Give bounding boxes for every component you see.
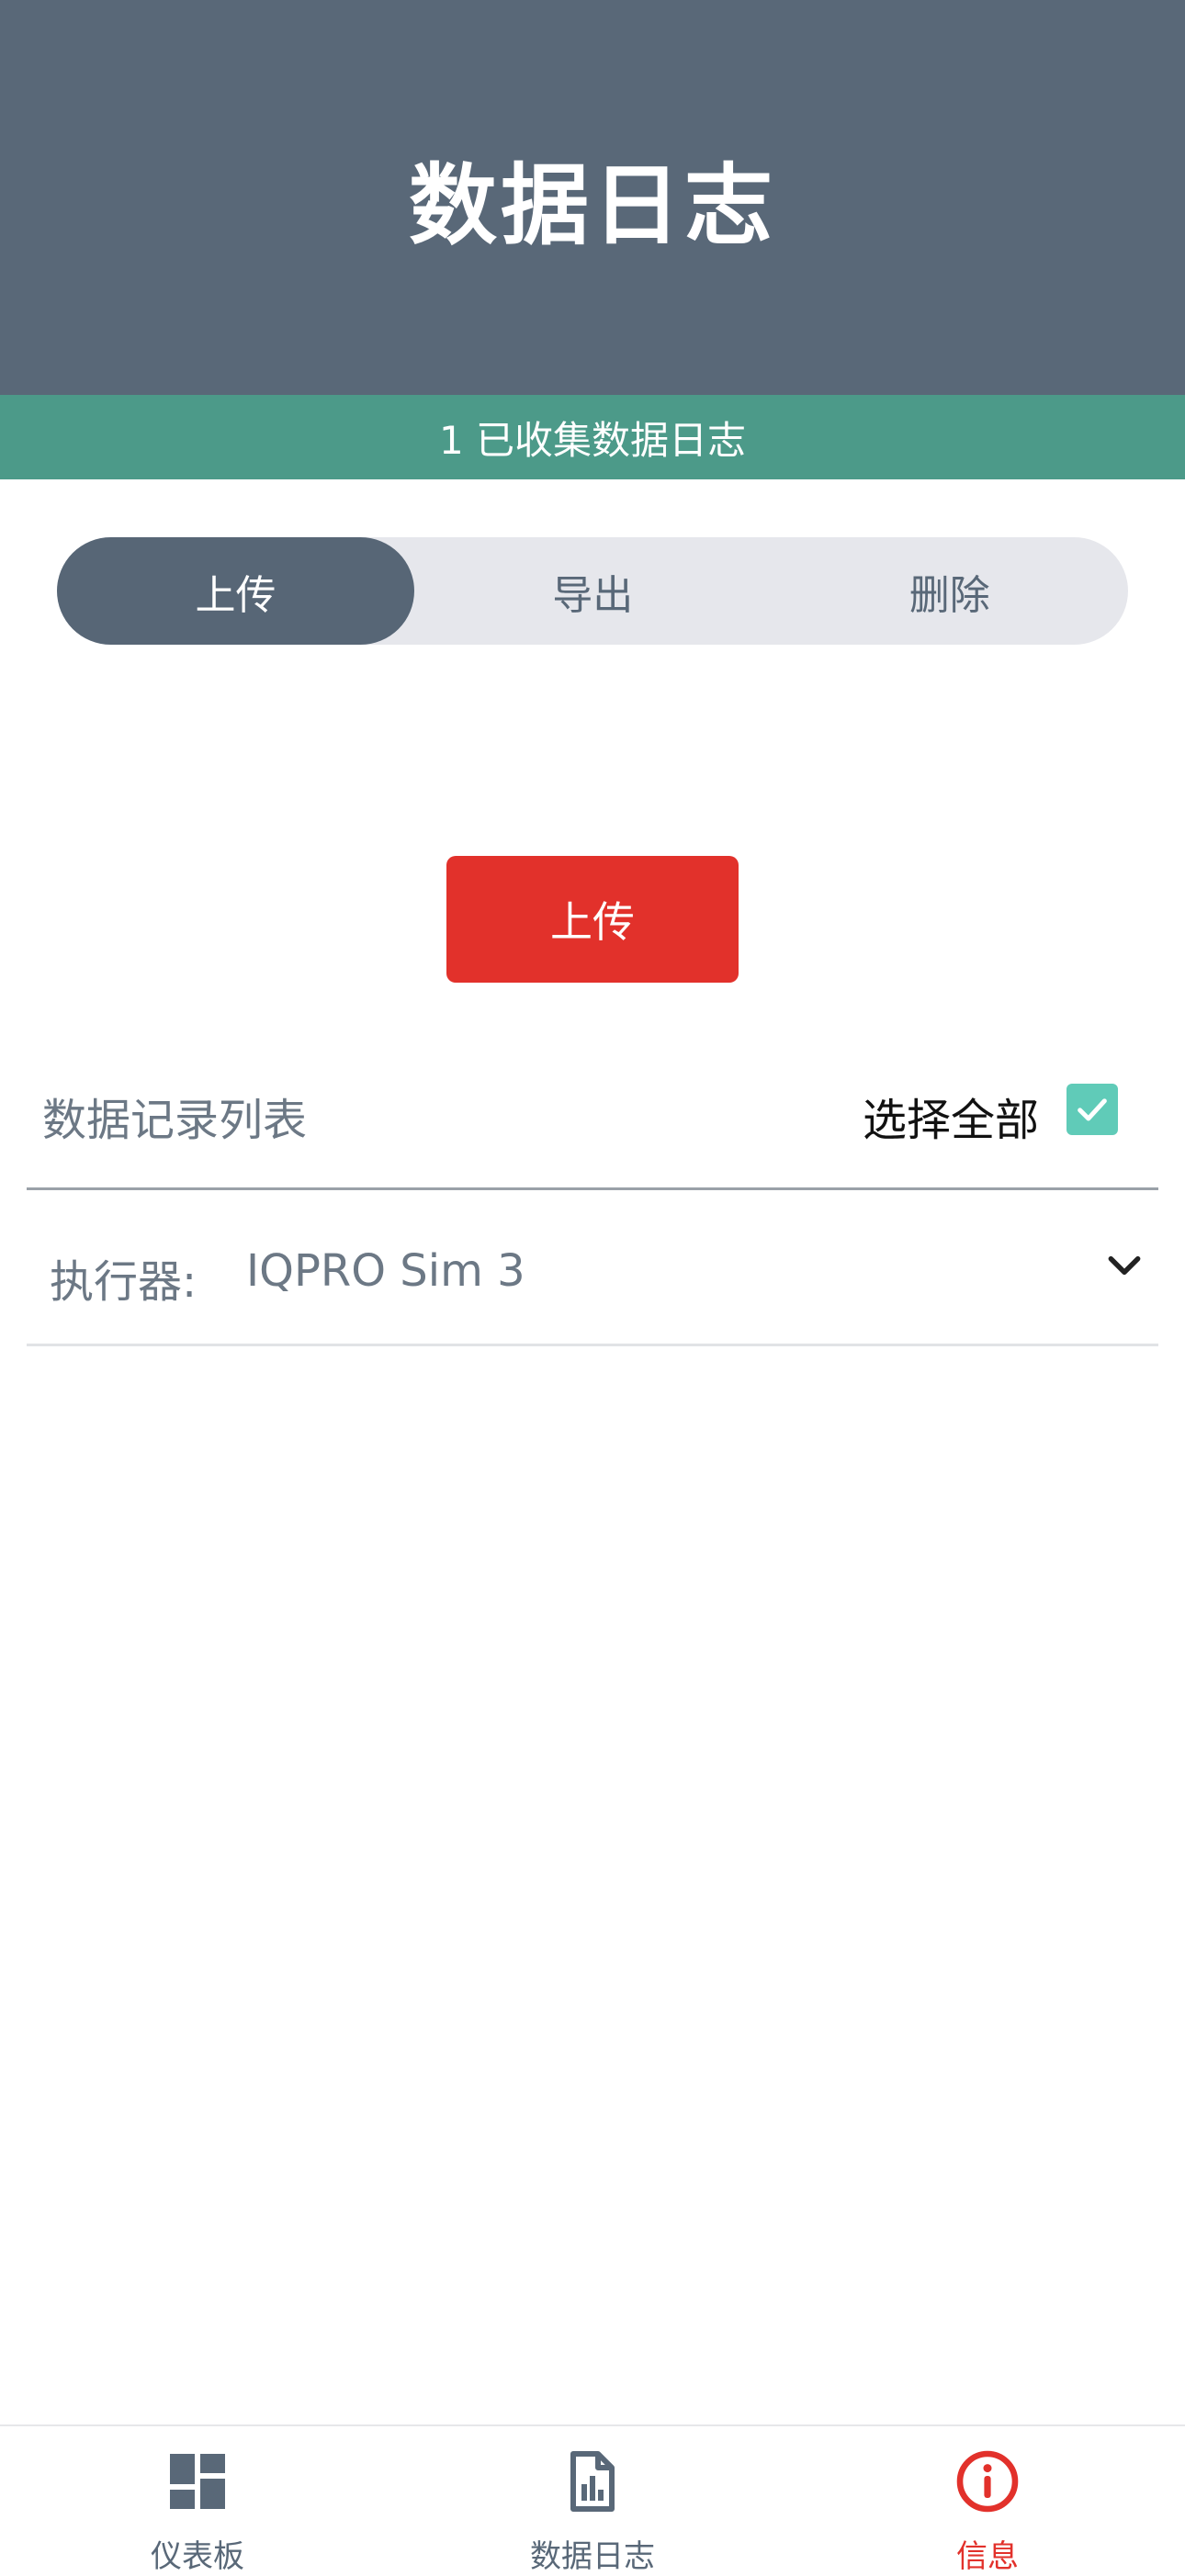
collected-status-bar: 1 已收集数据日志 (0, 395, 1185, 479)
select-all-checkbox[interactable] (1066, 1084, 1118, 1135)
actuator-value: IQPRO Sim 3 (246, 1245, 525, 1297)
nav-item-info[interactable]: 信息 (850, 2443, 1125, 2575)
info-icon (956, 2450, 1019, 2513)
dashboard-icon (170, 2454, 225, 2509)
page-title: 数据日志 (409, 153, 776, 257)
actuator-label: 执行器: (50, 1256, 198, 1308)
nav-item-dashboard[interactable]: 仪表板 (60, 2443, 335, 2575)
check-icon (1078, 1098, 1107, 1121)
bottom-navigation: 仪表板 数据日志 信息 (0, 2424, 1185, 2575)
nav-label-data-log: 数据日志 (530, 2538, 655, 2575)
list-item[interactable]: 执行器: IQPRO Sim 3 (27, 1192, 1158, 1346)
upload-button[interactable]: 上传 (446, 856, 739, 983)
tab-upload[interactable]: 上传 (57, 537, 414, 645)
chevron-down-icon[interactable] (1104, 1245, 1145, 1286)
nav-label-dashboard: 仪表板 (151, 2538, 244, 2575)
header: 数据日志 (0, 0, 1185, 395)
action-segmented-control: 上传 导出 删除 (57, 537, 1128, 645)
nav-label-info: 信息 (956, 2538, 1019, 2575)
report-icon (570, 2451, 615, 2512)
data-record-list-header: 数据记录列表 选择全部 (27, 1065, 1158, 1190)
tab-export[interactable]: 导出 (414, 537, 772, 645)
nav-item-data-log[interactable]: 数据日志 (455, 2443, 730, 2575)
list-title: 数据记录列表 (42, 1095, 308, 1146)
select-all-label[interactable]: 选择全部 (863, 1084, 1039, 1148)
collected-status-text: 1 已收集数据日志 (438, 417, 747, 463)
tab-delete[interactable]: 删除 (772, 537, 1129, 645)
